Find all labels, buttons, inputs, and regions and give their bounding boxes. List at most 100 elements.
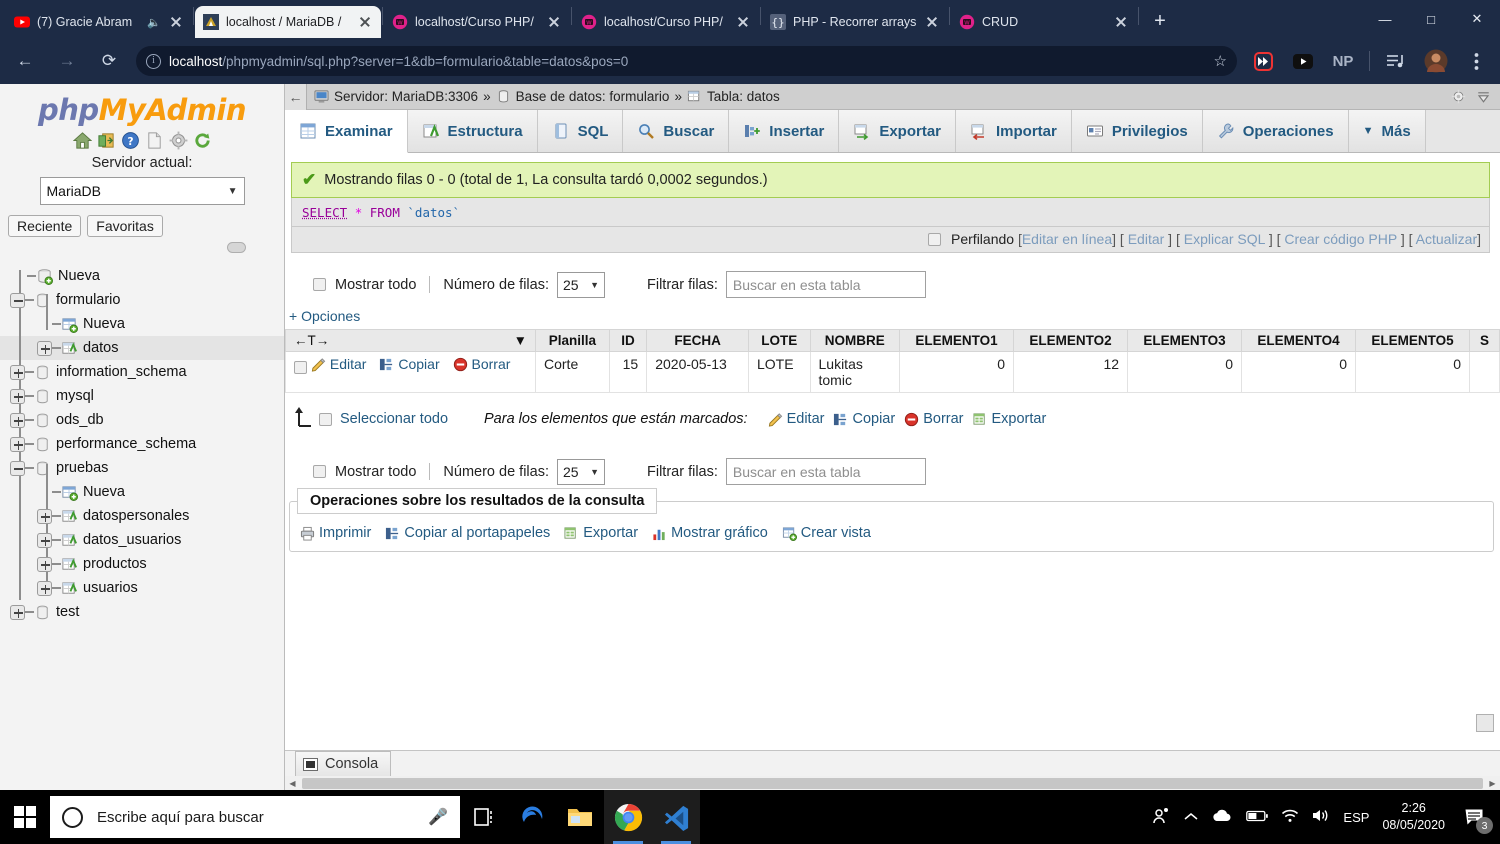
bulk-delete-action[interactable]: Borrar: [904, 411, 964, 427]
playlist-icon[interactable]: [1382, 47, 1410, 75]
expand-toggle-icon[interactable]: [10, 436, 25, 452]
edit-link[interactable]: Editar: [1128, 231, 1165, 247]
expand-toggle-icon[interactable]: [10, 364, 25, 380]
tree-item-usuarios[interactable]: usuarios: [0, 576, 284, 600]
scroll-right-arrow[interactable]: ▶: [1485, 779, 1500, 788]
breadcrumb-back-button[interactable]: ←: [285, 84, 307, 110]
print-action[interactable]: Imprimir: [300, 525, 371, 541]
expand-toggle-icon[interactable]: [37, 556, 52, 572]
tree-item-mysql[interactable]: mysql: [0, 384, 284, 408]
tab-mute-icon[interactable]: 🔈: [147, 16, 161, 29]
tab-close-icon[interactable]: [924, 14, 940, 30]
show-chart-action[interactable]: Mostrar gráfico: [652, 525, 768, 541]
tab-insertar[interactable]: Insertar: [729, 110, 840, 152]
sort-marker-header[interactable]: ←T→ ▼: [285, 329, 536, 352]
row-copy-action[interactable]: Copiar: [379, 356, 440, 372]
console-toggle[interactable]: Consola: [295, 751, 392, 776]
expand-toggle-icon[interactable]: [37, 580, 52, 596]
select-all-checkbox[interactable]: [319, 412, 332, 426]
tab-operaciones[interactable]: Operaciones: [1202, 110, 1349, 152]
help-icon[interactable]: ?: [121, 131, 140, 150]
scrollbar-thumb[interactable]: [302, 777, 1483, 789]
docs-icon[interactable]: [145, 131, 164, 150]
select-all-label[interactable]: Seleccionar todo: [340, 411, 448, 427]
tree-item-datos-usuarios[interactable]: datos_usuarios: [0, 528, 284, 552]
chrome-menu-icon[interactable]: [1462, 47, 1490, 75]
collapse-toggle-icon[interactable]: [10, 292, 25, 308]
export-action[interactable]: Exportar: [564, 525, 638, 541]
column-header-s[interactable]: S: [1468, 329, 1500, 352]
refresh-link[interactable]: Actualizar: [1416, 231, 1477, 247]
forward-icon[interactable]: →: [52, 46, 82, 76]
logout-icon[interactable]: [97, 131, 116, 150]
breadcrumb-table[interactable]: Tabla: datos: [707, 89, 780, 104]
expand-toggle-icon[interactable]: [10, 412, 25, 428]
server-select[interactable]: MariaDB ▼: [39, 177, 245, 205]
task-view-icon[interactable]: [460, 790, 508, 844]
bulk-copy-action[interactable]: Copiar: [833, 411, 895, 427]
tree-item-productos[interactable]: productos: [0, 552, 284, 576]
tree-item-datospersonales[interactable]: datospersonales: [0, 504, 284, 528]
tab-privilegios[interactable]: Privilegios: [1071, 110, 1203, 152]
rows-per-page-select-top[interactable]: 25 ▼: [556, 271, 605, 298]
avatar-icon[interactable]: [1422, 47, 1450, 75]
browser-tab-1[interactable]: localhost / MariaDB /: [195, 6, 381, 38]
favorites-tab[interactable]: Favoritas: [87, 215, 163, 237]
tree-item-pruebas[interactable]: pruebas: [0, 456, 284, 480]
show-all-checkbox-bottom[interactable]: [313, 465, 326, 478]
create-php-link[interactable]: Crear código PHP: [1284, 231, 1397, 247]
show-all-checkbox-top[interactable]: [313, 278, 326, 291]
tree-item-performance-schema[interactable]: performance_schema: [0, 432, 284, 456]
profiling-checkbox[interactable]: [928, 233, 942, 246]
tab-estructura[interactable]: Estructura: [407, 110, 538, 152]
close-button[interactable]: ✕: [1454, 0, 1500, 38]
browser-tab-0[interactable]: (7) Gracie Abram 🔈: [6, 6, 192, 38]
reload-icon[interactable]: ⟳: [94, 46, 124, 76]
bulk-edit-action[interactable]: Editar: [768, 411, 824, 427]
expand-toggle-icon[interactable]: [10, 604, 25, 620]
show-hidden-icons-icon[interactable]: [1184, 810, 1198, 825]
expand-toggle-icon[interactable]: [10, 388, 25, 404]
bulk-export-action[interactable]: Exportar: [972, 411, 1046, 427]
maximize-button[interactable]: □: [1408, 0, 1454, 38]
address-bar[interactable]: i localhost/phpmyadmin/sql.php?server=1&…: [136, 46, 1237, 76]
horizontal-scrollbar[interactable]: ◀ ▶: [285, 776, 1500, 790]
tab-exportar[interactable]: Exportar: [839, 110, 956, 152]
column-header-lote[interactable]: LOTE: [747, 329, 811, 352]
column-header-fecha[interactable]: FECHA: [646, 329, 749, 352]
file-explorer-icon[interactable]: [556, 790, 604, 844]
chrome-icon[interactable]: [604, 790, 652, 844]
tab-close-icon[interactable]: [357, 14, 373, 30]
explain-sql-link[interactable]: Explicar SQL: [1184, 231, 1265, 247]
gear-icon[interactable]: [1451, 89, 1466, 104]
tab-mas[interactable]: ▼ Más: [1348, 110, 1426, 152]
scroll-marker[interactable]: [1476, 714, 1494, 732]
tree-item-ods-db[interactable]: ods_db: [0, 408, 284, 432]
column-header-elemento5[interactable]: ELEMENTO5: [1355, 329, 1470, 352]
recent-tab[interactable]: Reciente: [8, 215, 82, 237]
row-checkbox[interactable]: [294, 360, 307, 374]
vscode-icon[interactable]: [652, 790, 700, 844]
edit-inline-link[interactable]: Editar en línea: [1022, 231, 1112, 247]
bookmark-star-icon[interactable]: ☆: [1214, 52, 1227, 70]
chevron-down-icon[interactable]: ▼: [514, 333, 527, 348]
breadcrumb-server[interactable]: Servidor: MariaDB:3306: [334, 89, 478, 104]
home-icon[interactable]: [72, 131, 92, 150]
tab-close-icon[interactable]: [546, 14, 562, 30]
tab-close-icon[interactable]: [735, 14, 751, 30]
column-header-elemento1[interactable]: ELEMENTO1: [899, 329, 1015, 352]
browser-tab-3[interactable]: W localhost/Curso PHP/: [573, 6, 759, 38]
column-header-nombre[interactable]: NOMBRE: [809, 329, 901, 352]
tree-item-formulario[interactable]: formulario: [0, 288, 284, 312]
people-icon[interactable]: [1151, 806, 1171, 829]
settings-icon[interactable]: [169, 131, 188, 150]
tab-sql[interactable]: SQL: [537, 110, 624, 152]
new-tab-button[interactable]: +: [1146, 7, 1174, 35]
browser-tab-4[interactable]: {} PHP - Recorrer arrays: [762, 6, 948, 38]
tab-examinar[interactable]: Examinar: [285, 110, 408, 153]
taskbar-clock[interactable]: 2:26 08/05/2020: [1382, 800, 1445, 834]
filter-rows-input-top[interactable]: Buscar en esta tabla: [725, 271, 926, 298]
notifications-icon[interactable]: 3: [1458, 802, 1493, 834]
onedrive-icon[interactable]: [1211, 809, 1233, 826]
edge-icon[interactable]: [508, 790, 556, 844]
